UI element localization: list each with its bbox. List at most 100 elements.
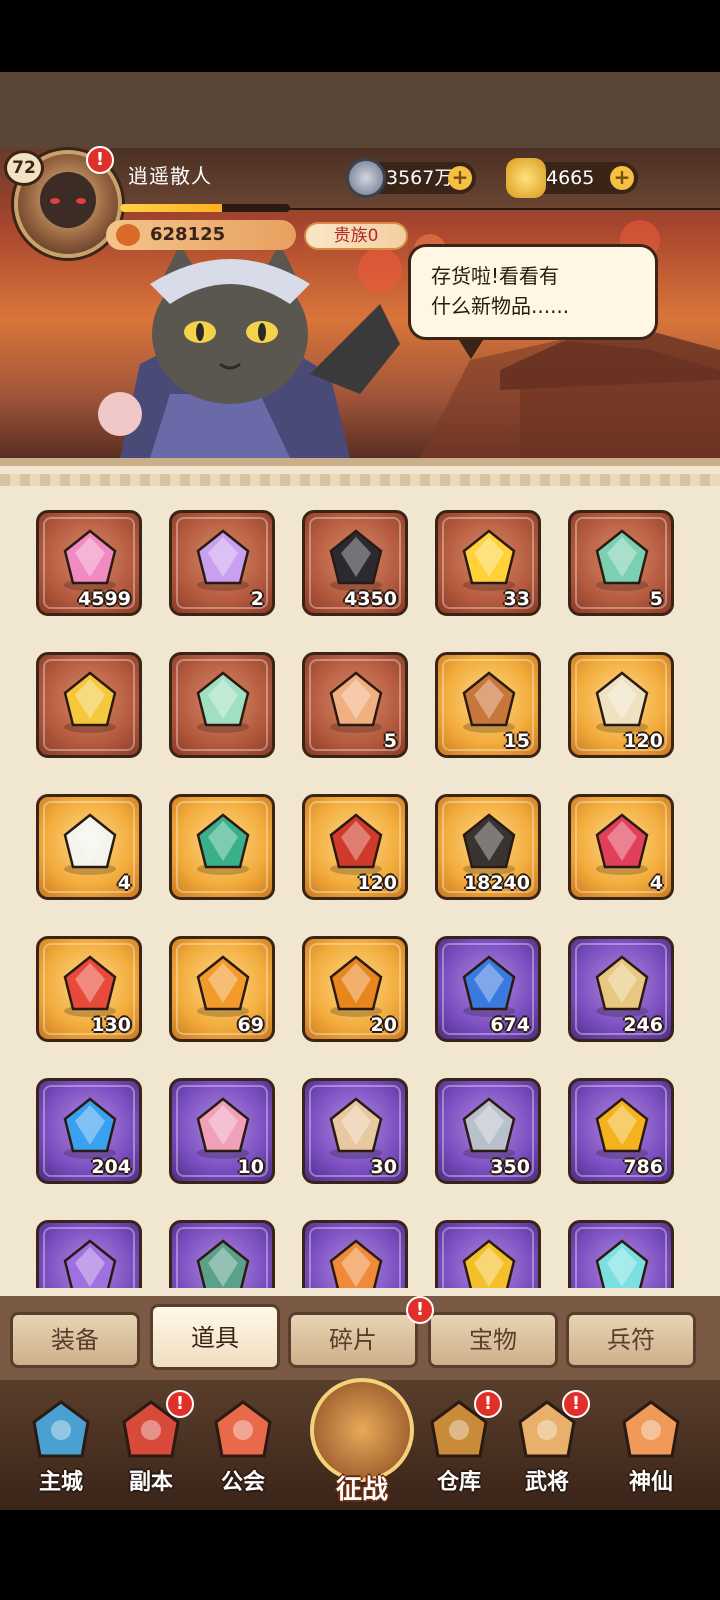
tab-tokens[interactable]: 兵符 xyxy=(566,1312,696,1368)
nav-main-city[interactable]: 主城 xyxy=(16,1386,106,1502)
nav-alert-icon: ! xyxy=(166,1390,194,1418)
inventory-slot[interactable] xyxy=(169,1220,275,1288)
paw-icon xyxy=(116,224,140,246)
tab-equipment[interactable]: 装备 xyxy=(10,1312,140,1368)
inventory-slot[interactable] xyxy=(169,652,275,758)
jade-pendant-icon xyxy=(196,1239,250,1288)
inventory-slot[interactable]: 15 xyxy=(435,652,541,758)
inventory-slot[interactable]: 674 xyxy=(435,936,541,1042)
inventory-slot[interactable]: 10 xyxy=(169,1078,275,1184)
silver-amount: 3567万 xyxy=(386,167,454,189)
inventory-slot[interactable]: 33 xyxy=(435,510,541,616)
dark-iron-bar-icon xyxy=(329,529,383,591)
inventory-slot[interactable]: 4 xyxy=(568,794,674,900)
inventory-slot[interactable]: 204 xyxy=(36,1078,142,1184)
item-count: 33 xyxy=(503,588,530,610)
god-of-wealth-card-icon xyxy=(329,671,383,733)
item-count: 120 xyxy=(357,872,397,894)
level-badge: 72 xyxy=(4,150,44,186)
nav-campaign[interactable]: 征战 xyxy=(304,1368,420,1510)
item-count: 350 xyxy=(490,1156,530,1178)
gold-currency: 4665 + xyxy=(506,158,638,198)
winged-helmet-chest-icon xyxy=(196,529,250,591)
item-grid[interactable]: 4599 2 4350 33 5 5 15 120 4 120 18240 4 130 69 20 674 24… xyxy=(36,510,686,1288)
item-count: 120 xyxy=(623,730,663,752)
item-count: 4599 xyxy=(78,588,131,610)
scroll-icon xyxy=(595,671,649,733)
inventory-slot[interactable]: 120 xyxy=(302,794,408,900)
inventory-slot[interactable]: 246 xyxy=(568,936,674,1042)
gold-treasure-chest-icon xyxy=(63,671,117,733)
tab-items[interactable]: 道具 xyxy=(150,1304,280,1370)
jade-treasure-chest-icon xyxy=(196,671,250,733)
inventory-slot[interactable] xyxy=(435,1220,541,1288)
inventory-slot[interactable] xyxy=(568,1220,674,1288)
item-count: 5 xyxy=(649,588,663,610)
nav-immortals[interactable]: 神仙 xyxy=(606,1386,696,1502)
small-scroll-icon xyxy=(595,955,649,1017)
inventory-slot[interactable]: 4 xyxy=(36,794,142,900)
immortal-cat-icon xyxy=(622,1400,680,1458)
inventory-slot[interactable] xyxy=(36,1220,142,1288)
general-pouch-icon xyxy=(329,813,383,875)
inventory-slot[interactable] xyxy=(36,652,142,758)
blue-pearl-leaf-icon xyxy=(462,955,516,1017)
inventory-slot[interactable]: 2 xyxy=(169,510,275,616)
noble-rank-button[interactable]: 贵族0 xyxy=(304,222,408,250)
inventory-slot[interactable]: 120 xyxy=(568,652,674,758)
player-name: 逍遥散人 xyxy=(128,164,212,188)
pink-lotus-icon xyxy=(196,1097,250,1159)
top-spacer xyxy=(0,72,720,148)
purple-gem-icon xyxy=(63,1239,117,1288)
item-count: 204 xyxy=(91,1156,131,1178)
avatar-eye-left xyxy=(50,198,60,204)
tab-treasures[interactable]: 宝物 xyxy=(428,1312,558,1368)
nav-guild[interactable]: 公会 xyxy=(198,1386,288,1502)
nav-label: 主城 xyxy=(38,1470,83,1495)
amber-orb-feather-icon xyxy=(196,955,250,1017)
inventory-slot[interactable]: 4599 xyxy=(36,510,142,616)
panel-border-deco xyxy=(0,474,720,486)
inventory-slot[interactable] xyxy=(302,1220,408,1288)
npc-speech-bubble: 存货啦!看看有 什么新物品...... xyxy=(408,244,658,359)
inventory-slot[interactable]: 20 xyxy=(302,936,408,1042)
inventory-slot[interactable]: 5 xyxy=(302,652,408,758)
item-count: 4 xyxy=(117,872,131,894)
gold-coin-stone-icon xyxy=(595,1097,649,1159)
city-icon xyxy=(32,1400,90,1458)
add-silver-button[interactable]: + xyxy=(448,166,472,190)
inventory-slot[interactable]: 30 xyxy=(302,1078,408,1184)
item-count: 18240 xyxy=(463,872,530,894)
nav-label: 仓库 xyxy=(436,1470,481,1495)
exp-bar-fill xyxy=(120,204,222,212)
nav-label: 武将 xyxy=(524,1470,569,1495)
avatar-alert-icon: ! xyxy=(86,146,114,174)
tab-fragments[interactable]: 碎片 xyxy=(288,1312,418,1368)
system-nav-bar xyxy=(0,1510,720,1600)
paper-ticket-icon xyxy=(329,1097,383,1159)
bronze-token-icon xyxy=(462,671,516,733)
combat-power-value: 628125 xyxy=(150,224,226,245)
red-gem-icon xyxy=(595,813,649,875)
item-count: 30 xyxy=(370,1156,397,1178)
amber-orb-icon xyxy=(329,955,383,1017)
inventory-slot[interactable]: 786 xyxy=(568,1078,674,1184)
guild-flag-icon xyxy=(214,1400,272,1458)
green-gift-box-icon xyxy=(196,813,250,875)
add-gold-button[interactable]: + xyxy=(610,166,634,190)
inventory-slot[interactable]: 130 xyxy=(36,936,142,1042)
bottom-navigation: 主城 副本! 公会 征战 仓库! 武将! 神仙 xyxy=(0,1378,720,1510)
avatar-eye-right xyxy=(76,198,86,204)
inventory-slot[interactable]: 350 xyxy=(435,1078,541,1184)
gold-star-icon xyxy=(462,529,516,591)
item-count: 246 xyxy=(623,1014,663,1036)
inventory-slot[interactable]: 18240 xyxy=(435,794,541,900)
inventory-slot[interactable]: 4350 xyxy=(302,510,408,616)
inventory-slot[interactable] xyxy=(169,794,275,900)
nav-label: 神仙 xyxy=(628,1470,673,1495)
gold-amount: 4665 xyxy=(546,167,595,189)
inventory-slot[interactable]: 69 xyxy=(169,936,275,1042)
gold-ingot-icon xyxy=(506,158,546,198)
inventory-slot[interactable]: 5 xyxy=(568,510,674,616)
teal-crystal-icon xyxy=(595,1239,649,1288)
